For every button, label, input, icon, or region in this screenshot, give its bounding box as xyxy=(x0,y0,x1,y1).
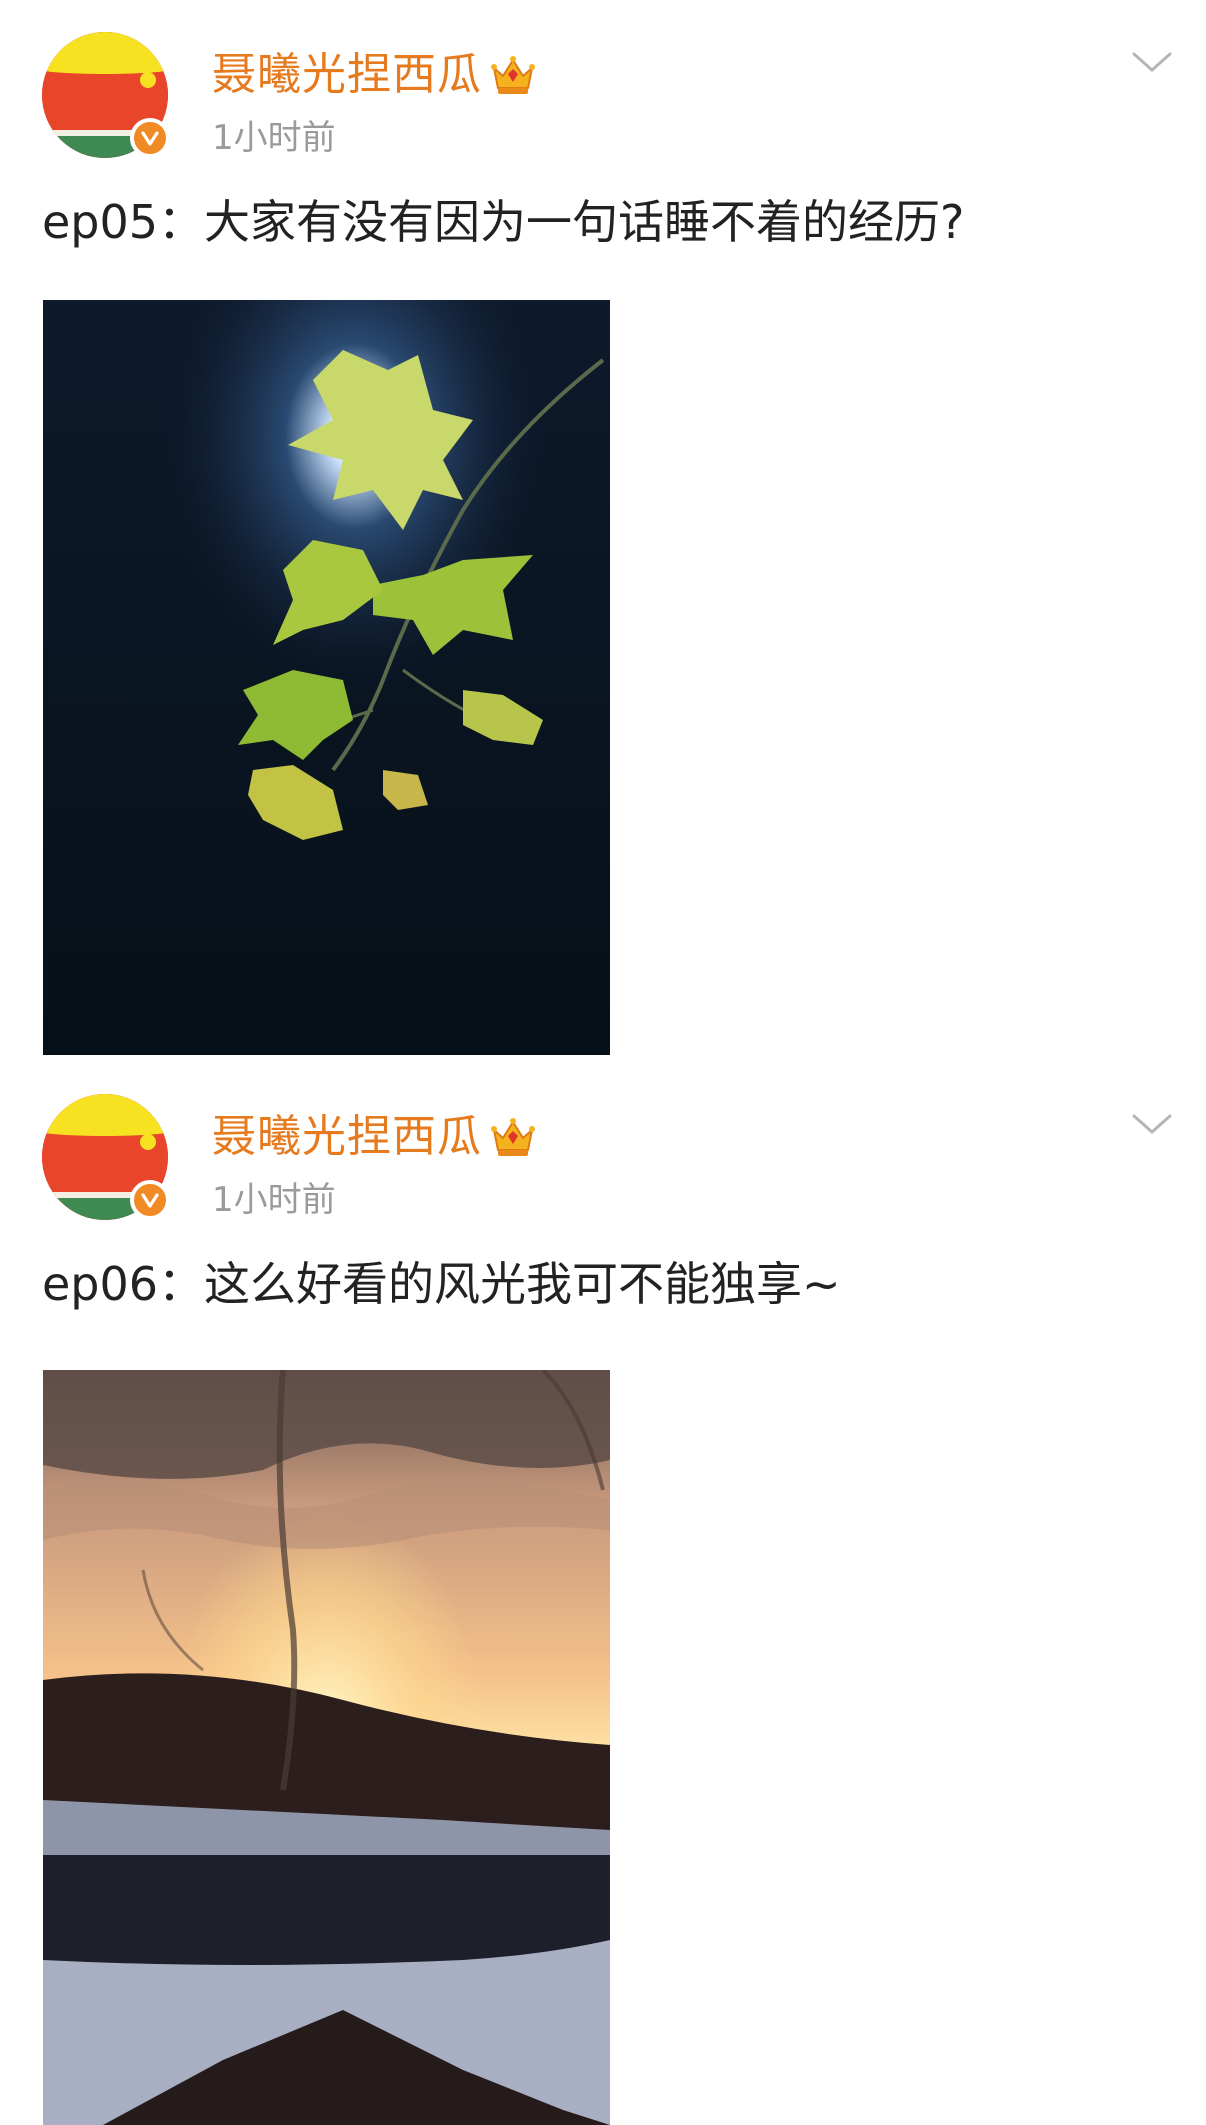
post-timestamp: 1小时前 xyxy=(212,1180,336,1220)
post-text: ep06：这么好看的风光我可不能独享~ xyxy=(42,1257,841,1311)
post-image[interactable] xyxy=(43,1370,610,2125)
post-timestamp: 1小时前 xyxy=(212,118,336,158)
post-text: ep05：大家有没有因为一句话睡不着的经历? xyxy=(42,195,965,249)
verified-icon xyxy=(130,1180,170,1220)
feed-post: 聂曦光捏西瓜 1小时前 ep06：这么好看的风光我可不能独享~ xyxy=(0,1062,1206,2125)
user-avatar[interactable] xyxy=(42,32,170,158)
weibo-feed: 聂曦光捏西瓜 1小时前 ep05：大家有没有因为一句话睡不着的经历? 聂曦光捏西… xyxy=(0,0,1206,2125)
user-name[interactable]: 聂曦光捏西瓜 xyxy=(212,1106,482,1168)
post-image[interactable] xyxy=(43,300,610,1055)
crown-icon[interactable] xyxy=(490,1114,536,1160)
crown-icon[interactable] xyxy=(490,52,536,98)
user-avatar[interactable] xyxy=(42,1094,170,1220)
feed-post: 聂曦光捏西瓜 1小时前 ep05：大家有没有因为一句话睡不着的经历? xyxy=(0,0,1206,1062)
user-name[interactable]: 聂曦光捏西瓜 xyxy=(212,44,482,106)
chevron-down-icon[interactable] xyxy=(1130,1106,1174,1142)
chevron-down-icon[interactable] xyxy=(1130,44,1174,80)
verified-icon xyxy=(130,118,170,158)
